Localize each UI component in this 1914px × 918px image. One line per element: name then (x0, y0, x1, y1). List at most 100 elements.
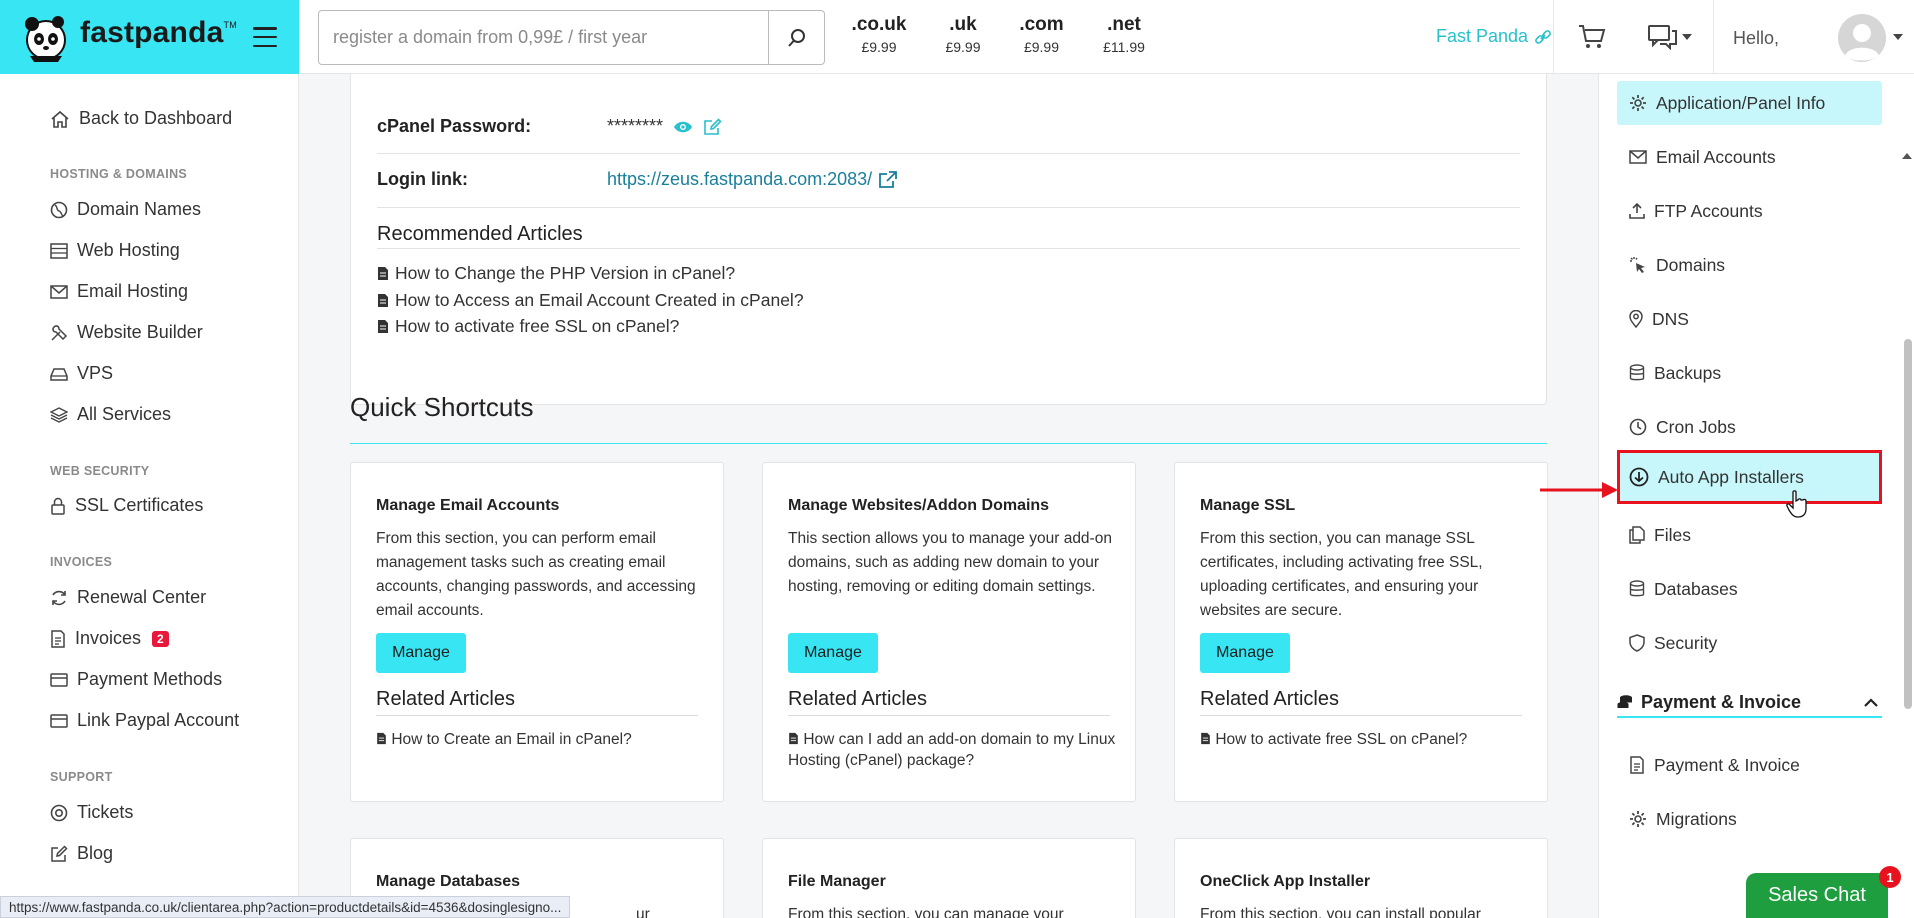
scrollbar-thumb[interactable] (1904, 339, 1912, 709)
cpanel-password-value: ******** (607, 116, 723, 137)
panel-item-databases[interactable]: Databases (1617, 567, 1882, 611)
sidebar-item-all-services[interactable]: All Services (50, 404, 171, 425)
panel-item-dns[interactable]: DNS (1617, 297, 1882, 341)
chevron-down-icon[interactable] (1893, 34, 1903, 40)
sidebar-item-website-builder[interactable]: Website Builder (50, 322, 203, 343)
login-url: https://zeus.fastpanda.com:2083/ (607, 169, 873, 189)
avatar[interactable] (1838, 14, 1886, 62)
card-description: From this section, you can manage your (788, 906, 1064, 918)
panel-item-email-accounts[interactable]: Email Accounts (1617, 135, 1882, 179)
sidebar-item-label: Email Hosting (77, 281, 189, 301)
sidebar-item-domain-names[interactable]: Domain Names (50, 199, 201, 220)
cursor-click-icon (1630, 257, 1645, 273)
scroll-up-icon[interactable] (1902, 152, 1912, 160)
cart-icon[interactable] (1578, 24, 1606, 50)
panel-item-ftp-accounts[interactable]: FTP Accounts (1617, 189, 1882, 233)
related-article-link[interactable]: How to Create an Email in cPanel? (376, 729, 706, 750)
panel-item-application-info[interactable]: Application/Panel Info (1617, 81, 1882, 125)
panel-item-label: Cron Jobs (1656, 416, 1736, 437)
shortcut-card-ssl: Manage SSL From this section, you can ma… (1174, 462, 1548, 802)
envelope-icon (1629, 150, 1647, 164)
section-title: Payment & Invoice (1641, 691, 1802, 712)
related-article-link[interactable]: How can I add an add-on domain to my Lin… (788, 729, 1118, 771)
edit-icon[interactable] (703, 117, 723, 136)
sidebar-item-ssl-certificates[interactable]: SSL Certificates (50, 495, 203, 516)
divider (788, 715, 1110, 716)
sales-chat-button[interactable]: Sales Chat (1746, 873, 1888, 918)
sidebar-item-label: SSL Certificates (75, 495, 204, 515)
panel-item-migrations[interactable]: Migrations (1617, 797, 1882, 841)
annotation-arrow-icon (1540, 482, 1618, 498)
eye-icon[interactable] (673, 120, 693, 134)
panel-item-payment-invoice[interactable]: Payment & Invoice (1617, 743, 1882, 787)
card-title: Manage Email Accounts (376, 497, 560, 514)
domain-search-input[interactable] (319, 11, 768, 64)
panel-item-label: Databases (1654, 578, 1738, 599)
sidebar-item-label: Website Builder (77, 322, 203, 342)
sidebar-item-back-to-dashboard[interactable]: Back to Dashboard (50, 108, 232, 129)
panel-item-label: Payment & Invoice (1654, 754, 1800, 775)
sidebar-item-label: VPS (77, 363, 114, 383)
panel-item-backups[interactable]: Backups (1617, 351, 1882, 395)
panda-logo-icon[interactable] (22, 12, 70, 64)
sidebar-item-link-paypal[interactable]: Link Paypal Account (50, 710, 239, 731)
panel-item-files[interactable]: Files (1617, 513, 1882, 557)
tld-com[interactable]: .com £9.99 (1015, 14, 1068, 55)
manage-button[interactable]: Manage (376, 633, 466, 673)
recommended-article-link[interactable]: How to activate free SSL on cPanel? (377, 316, 679, 337)
files-icon (1629, 526, 1645, 544)
recommended-article-link[interactable]: How to Change the PHP Version in cPanel? (377, 263, 735, 284)
panel-item-label: Security (1654, 632, 1718, 653)
card-title: Manage Websites/Addon Domains (788, 497, 1050, 514)
sidebar-item-label: All Services (77, 404, 172, 424)
sidebar-item-invoices[interactable]: Invoices 2 (50, 628, 169, 649)
panel-item-security[interactable]: Security (1617, 621, 1882, 665)
panel-item-cron-jobs[interactable]: Cron Jobs (1617, 405, 1882, 449)
brand-name[interactable]: fastpandaTM (80, 16, 237, 50)
tld-net[interactable]: .net £11.99 (1095, 14, 1153, 55)
panel-item-domains[interactable]: Domains (1617, 243, 1882, 287)
sidebar-item-label: Link Paypal Account (77, 710, 240, 730)
chevron-up-icon (1864, 697, 1878, 707)
tld-uk[interactable]: .uk £9.99 (938, 14, 988, 55)
tld-couk[interactable]: .co.uk £9.99 (850, 14, 908, 55)
sidebar-item-email-hosting[interactable]: Email Hosting (50, 281, 188, 302)
panel-item-label: Auto App Installers (1658, 466, 1804, 487)
card-title: OneClick App Installer (1200, 873, 1371, 890)
fast-panda-link[interactable]: Fast Panda (1436, 26, 1552, 47)
download-circle-icon (1629, 467, 1649, 487)
card-description: From this section, you can perform email… (376, 530, 696, 619)
quick-shortcuts-title: Quick Shortcuts (350, 392, 534, 422)
sidebar-item-label: Invoices (75, 628, 142, 648)
sidebar-item-renewal-center[interactable]: Renewal Center (50, 587, 206, 608)
document-icon (378, 267, 388, 280)
shortcut-card-app-installer: OneClick App Installer From this section… (1174, 838, 1548, 918)
section-heading-web-security: WEB SECURITY (50, 464, 150, 478)
card-description: From this section, you can install popul… (1200, 906, 1481, 918)
gear-icon (1630, 95, 1646, 111)
sidebar-item-vps[interactable]: VPS (50, 363, 113, 384)
lock-icon (51, 497, 65, 515)
recommended-article-link[interactable]: How to Access an Email Account Created i… (377, 290, 804, 311)
sidebar-item-web-hosting[interactable]: Web Hosting (50, 240, 180, 261)
chat-notification-badge: 1 (1879, 866, 1901, 888)
login-link-value[interactable]: https://zeus.fastpanda.com:2083/ (607, 169, 898, 190)
document-icon (378, 294, 388, 307)
menu-toggle-icon[interactable] (253, 27, 277, 47)
related-articles-title: Related Articles (376, 688, 515, 710)
related-article-link[interactable]: How to activate free SSL on cPanel? (1200, 729, 1530, 750)
sidebar-item-payment-methods[interactable]: Payment Methods (50, 669, 222, 690)
manage-button[interactable]: Manage (1200, 633, 1290, 673)
payment-invoice-section-toggle[interactable]: Payment & Invoice (1617, 688, 1882, 718)
panel-item-label: Domains (1656, 254, 1726, 275)
messages-dropdown[interactable] (1648, 24, 1692, 50)
manage-button[interactable]: Manage (788, 633, 878, 673)
sidebar-item-tickets[interactable]: Tickets (50, 802, 133, 823)
search-button[interactable] (768, 11, 824, 64)
sidebar-item-blog[interactable]: Blog (50, 843, 113, 864)
sidebar-item-label: Back to Dashboard (79, 108, 233, 128)
header-divider (1713, 0, 1714, 74)
panel-item-auto-app-installers[interactable]: Auto App Installers (1617, 450, 1882, 504)
layers-icon (50, 406, 68, 423)
gear-icon (1630, 811, 1646, 827)
